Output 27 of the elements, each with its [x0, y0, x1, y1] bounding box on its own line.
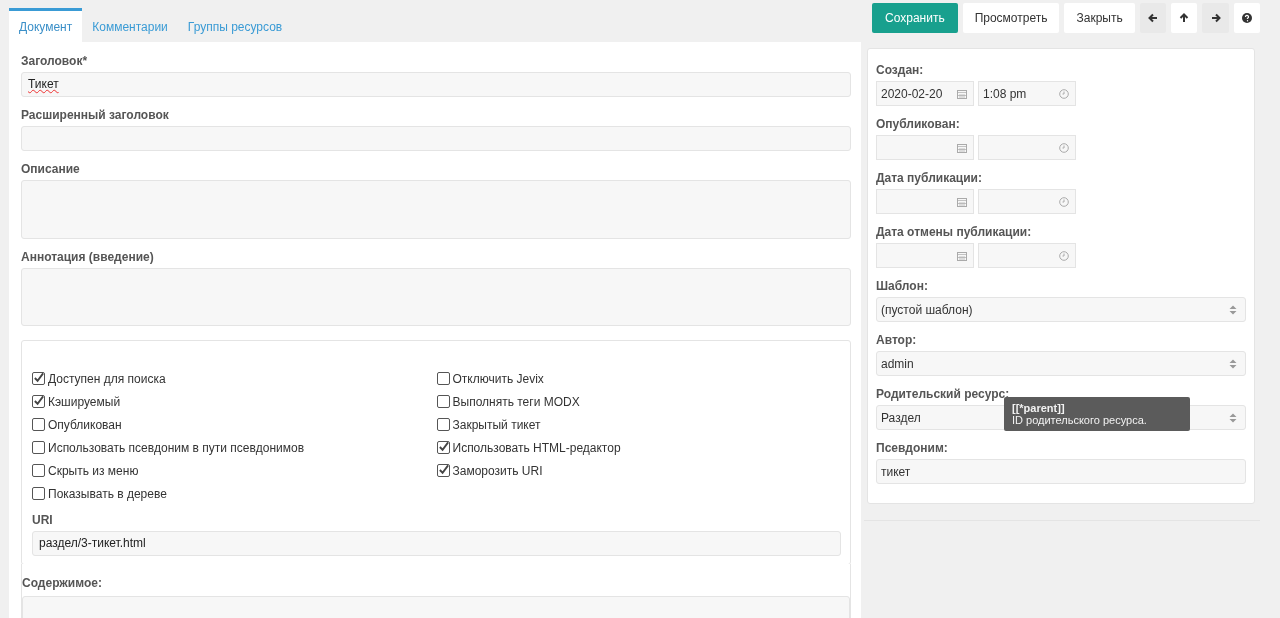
field-label: Аннотация (введение) [21, 250, 155, 264]
checkbox-label: Скрыть из меню [48, 463, 139, 478]
checkbox-label: Закрытый тикет [452, 417, 541, 432]
field-label: Создан: [876, 63, 925, 77]
field-label: URI [32, 513, 54, 527]
field-label: Шаблон: [876, 279, 929, 293]
checkbox-label: Использовать псевдоним в пути псевдонимов [48, 440, 305, 455]
checkbox-label: Выполнять теги MODX [452, 394, 580, 409]
field-label: Опубликован: [876, 117, 961, 131]
checkbox-label: Заморозить URI [452, 463, 543, 478]
checkbox-label: Использовать HTML-редактор [452, 440, 621, 455]
tooltip-text: ID родительского ресурса. [1012, 414, 1148, 426]
checkbox-label: Доступен для поиска [48, 371, 166, 386]
checkbox-label: Показывать в дереве [48, 486, 167, 501]
checkbox-label: Опубликован [48, 417, 122, 432]
field-label: Содержимое: [22, 576, 103, 590]
field-label: Родительский ресурс: [876, 387, 1011, 401]
field-label: Псевдоним: [876, 441, 949, 455]
tooltip-title: [[*parent]] [1012, 402, 1066, 414]
field-label: Дата отмены публикации: [876, 225, 1033, 239]
field-label: Автор: [876, 333, 918, 347]
checkbox-label: Отключить Jevix [452, 371, 544, 386]
field-label: Дата публикации: [876, 171, 983, 185]
field-label: Описание [21, 162, 81, 176]
field-label: Заголовок* [21, 54, 89, 68]
checkbox-label: Кэшируемый [48, 394, 121, 409]
field-label: Расширенный заголовок [21, 108, 170, 122]
